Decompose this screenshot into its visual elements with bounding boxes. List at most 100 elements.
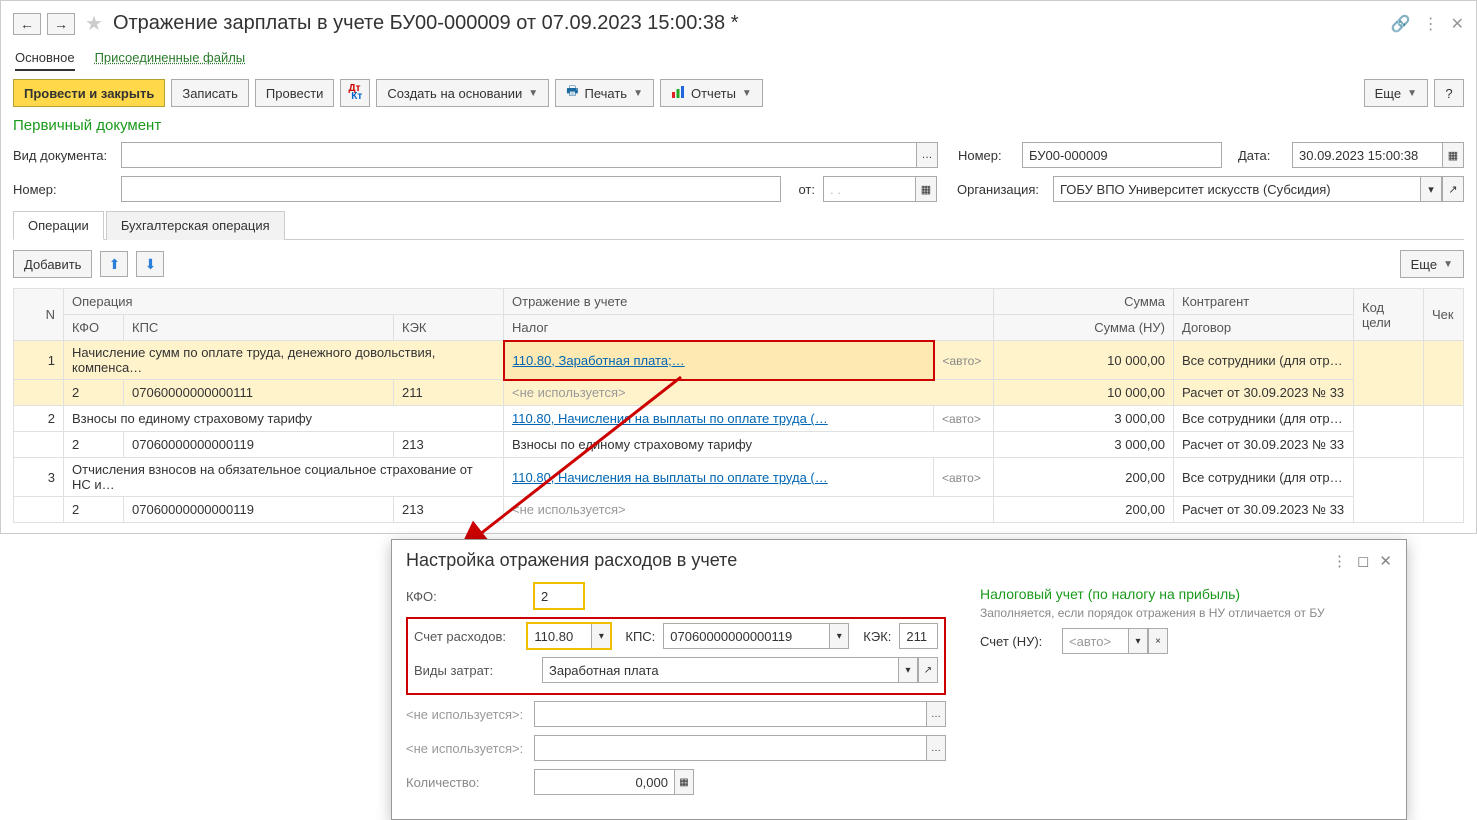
- move-down-button[interactable]: ⬇: [136, 251, 164, 277]
- tax-account-input[interactable]: <авто>: [1062, 628, 1128, 654]
- cell-reflection[interactable]: 110.80, Начисления на выплаты по оплате …: [504, 458, 934, 497]
- chevron-down-icon: ▼: [633, 88, 643, 99]
- cell-contract: Расчет от 30.09.2023 № 33: [1174, 380, 1354, 406]
- cell-kek: 211: [394, 380, 504, 406]
- close-icon[interactable]: ✕: [1451, 14, 1464, 34]
- link-icon[interactable]: 🔗: [1391, 14, 1411, 34]
- nav-back-button[interactable]: ←: [13, 13, 41, 35]
- calendar-button[interactable]: ▦: [1442, 142, 1464, 168]
- table-row[interactable]: 2Взносы по единому страховому тарифу110.…: [14, 406, 1464, 432]
- cell-goal: [1354, 406, 1424, 458]
- cell-contract: Расчет от 30.09.2023 № 33: [1174, 497, 1354, 523]
- col-kfo: КФО: [64, 315, 124, 341]
- reports-button[interactable]: Отчеты▼: [660, 79, 763, 107]
- tax-section-title: Налоговый учет (по налогу на прибыль): [980, 586, 1390, 602]
- doc-type-picker-button[interactable]: …: [916, 142, 938, 168]
- doc-type-label: Вид документа:: [13, 148, 113, 163]
- cost-type-open[interactable]: ↗: [918, 657, 938, 683]
- table-row[interactable]: 207060000000000119213Взносы по единому с…: [14, 432, 1464, 458]
- cell-check: [1424, 406, 1464, 458]
- from-label: от:: [789, 182, 815, 197]
- qty-label: Количество:: [406, 775, 526, 790]
- dialog-close-icon[interactable]: ✕: [1379, 552, 1392, 570]
- post-button[interactable]: Провести: [255, 79, 335, 107]
- cell-sum-nu: 3 000,00: [994, 432, 1174, 458]
- table-row[interactable]: 3Отчисления взносов на обязательное соци…: [14, 458, 1464, 497]
- from-date-input[interactable]: . .: [823, 176, 915, 202]
- tax-account-label: Счет (НУ):: [980, 634, 1054, 649]
- tab-main[interactable]: Основное: [15, 46, 75, 71]
- col-n: N: [14, 289, 64, 341]
- cell-tax: <не используется>: [504, 380, 994, 406]
- cell-sum-nu: 200,00: [994, 497, 1174, 523]
- cell-contragent: Все сотрудники (для отр…: [1174, 458, 1354, 497]
- ext-number-input[interactable]: [121, 176, 781, 202]
- table-row[interactable]: 207060000000000111211<не используется>10…: [14, 380, 1464, 406]
- col-kps: КПС: [124, 315, 394, 341]
- add-row-button[interactable]: Добавить: [13, 250, 92, 278]
- table-row[interactable]: 1Начисление сумм по оплате труда, денежн…: [14, 341, 1464, 380]
- chart-icon: [671, 85, 685, 102]
- cost-type-label: Виды затрат:: [414, 663, 534, 678]
- cell-auto: <авто>: [934, 458, 994, 497]
- unused-2-input[interactable]: [534, 735, 926, 761]
- more-button[interactable]: Еще▼: [1364, 79, 1428, 107]
- print-button[interactable]: 🖶 Печать▼: [555, 79, 654, 107]
- cell-tax: <не используется>: [504, 497, 994, 523]
- unused-2-picker[interactable]: …: [926, 735, 946, 761]
- kfo-input[interactable]: 2: [534, 583, 584, 609]
- table-more-button[interactable]: Еще▼: [1400, 250, 1464, 278]
- dtkt-button[interactable]: Дт Кт: [340, 79, 370, 107]
- cost-type-dropdown[interactable]: ▾: [898, 657, 918, 683]
- create-based-on-button[interactable]: Создать на основании▼: [376, 79, 549, 107]
- help-button[interactable]: ?: [1434, 79, 1464, 107]
- unused-1-picker[interactable]: …: [926, 701, 946, 727]
- cell-kfo: 2: [64, 497, 124, 523]
- expense-account-dropdown[interactable]: ▾: [591, 623, 611, 649]
- org-open-button[interactable]: ↗: [1442, 176, 1464, 202]
- dialog-maximize-icon[interactable]: ◻: [1357, 552, 1369, 570]
- dialog-kebab-icon[interactable]: ⋮: [1332, 552, 1347, 570]
- tab-attached-files[interactable]: Присоединенные файлы: [95, 46, 246, 71]
- cost-type-input[interactable]: Заработная плата: [542, 657, 898, 683]
- highlighted-expense-group: Счет расходов: 110.80 ▾ КПС: 07060000000…: [406, 617, 946, 695]
- cell-goal: [1354, 341, 1424, 406]
- qty-input[interactable]: 0,000: [534, 769, 674, 795]
- table-row[interactable]: 207060000000000119213<не используется>20…: [14, 497, 1464, 523]
- post-and-close-button[interactable]: Провести и закрыть: [13, 79, 165, 107]
- col-reflection: Отражение в учете: [504, 289, 994, 315]
- date-input[interactable]: 30.09.2023 15:00:38: [1292, 142, 1442, 168]
- nav-forward-button[interactable]: →: [47, 13, 75, 35]
- from-calendar-button[interactable]: ▦: [915, 176, 937, 202]
- kps-dropdown[interactable]: ▾: [829, 623, 849, 649]
- tax-account-clear[interactable]: ×: [1148, 628, 1168, 654]
- expense-account-label: Счет расходов:: [414, 629, 519, 644]
- kek-input[interactable]: 211: [899, 623, 938, 649]
- qty-calc-button[interactable]: ▦: [674, 769, 694, 795]
- cell-kfo: 2: [64, 432, 124, 458]
- org-input[interactable]: ГОБУ ВПО Университет искусств (Субсидия): [1053, 176, 1420, 202]
- write-button[interactable]: Записать: [171, 79, 249, 107]
- cell-n: 3: [14, 458, 64, 497]
- tax-account-dropdown[interactable]: ▾: [1128, 628, 1148, 654]
- cell-auto: <авто>: [934, 406, 994, 432]
- org-dropdown-button[interactable]: ▾: [1420, 176, 1442, 202]
- doc-type-input[interactable]: [121, 142, 916, 168]
- cell-reflection[interactable]: 110.80, Заработная плата;…: [504, 341, 934, 380]
- tab-operations[interactable]: Операции: [13, 211, 104, 240]
- kebab-icon[interactable]: ⋮: [1423, 14, 1439, 34]
- unused-1-label: <не используется>:: [406, 707, 526, 722]
- unused-1-input[interactable]: [534, 701, 926, 727]
- expense-account-input[interactable]: 110.80: [527, 623, 591, 649]
- chevron-down-icon: ▼: [528, 88, 538, 99]
- calendar-icon: ▦: [921, 183, 931, 196]
- move-up-button[interactable]: ⬆: [100, 251, 128, 277]
- number-input[interactable]: БУ00-000009: [1022, 142, 1222, 168]
- kps-input[interactable]: 07060000000000119: [663, 623, 829, 649]
- tab-accounting-operation[interactable]: Бухгалтерская операция: [106, 211, 285, 240]
- cell-reflection[interactable]: 110.80, Начисления на выплаты по оплате …: [504, 406, 934, 432]
- date-label: Дата:: [1238, 148, 1284, 163]
- cell-kps: 07060000000000119: [124, 432, 394, 458]
- col-kek: КЭК: [394, 315, 504, 341]
- favorite-star-icon[interactable]: ★: [85, 11, 103, 36]
